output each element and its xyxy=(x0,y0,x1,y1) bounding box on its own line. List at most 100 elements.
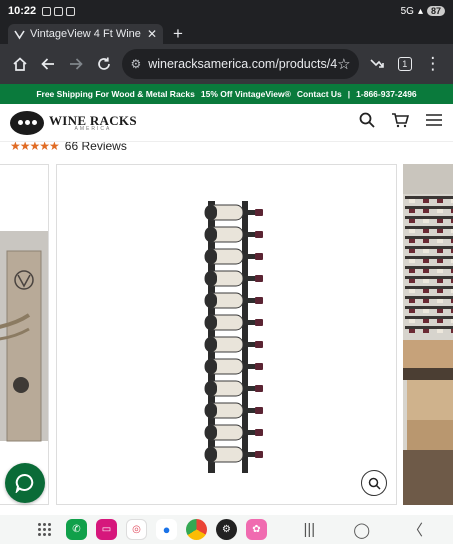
promo-phone-link[interactable]: 1-866-937-2496 xyxy=(356,89,417,99)
promo-free-shipping[interactable]: Free Shipping For Wood & Metal Racks xyxy=(36,89,195,99)
home-circle-icon[interactable]: ◯ xyxy=(353,521,370,539)
recents-icon[interactable]: ||| xyxy=(303,521,315,538)
review-count[interactable]: 66 Reviews xyxy=(65,142,127,150)
cellar-bottle xyxy=(437,279,443,283)
forward-button[interactable] xyxy=(62,49,90,79)
cellar-bottle xyxy=(409,319,415,323)
forward-arrow-icon xyxy=(70,58,83,70)
cellar-row xyxy=(405,316,453,319)
cellar-bottle xyxy=(423,209,429,213)
notification-icons xyxy=(42,6,76,16)
home-button[interactable] xyxy=(6,49,34,79)
signal-icon: ▴ xyxy=(417,5,423,17)
cellar-bottle xyxy=(437,229,443,233)
cellar-bottle xyxy=(409,239,415,243)
browser-menu-button[interactable]: ⋮ xyxy=(419,49,447,79)
cellar-bottle xyxy=(409,199,415,203)
wine-cellar-photo-image xyxy=(403,164,453,505)
cellar-row xyxy=(405,246,453,249)
system-navigation-bar: ✆ ▭ ◎ ● ⚙ ✿ ||| ◯ 〈 xyxy=(0,515,453,544)
status-time: 10:22 xyxy=(8,5,37,17)
logo-wordmark: WINE RACKS xyxy=(49,112,137,128)
chat-button[interactable] xyxy=(5,463,45,503)
close-tab-icon[interactable]: ✕ xyxy=(147,27,157,41)
messages-app-icon[interactable]: ▭ xyxy=(96,519,117,540)
cellar-bottle xyxy=(437,249,443,253)
cellar-bottle xyxy=(409,299,415,303)
bookmark-star-icon[interactable]: ☆ xyxy=(337,55,350,73)
cellar-bottle xyxy=(423,329,429,333)
gallery-main-image[interactable] xyxy=(56,164,397,505)
cellar-bottle xyxy=(409,329,415,333)
chat-icon xyxy=(15,473,34,493)
search-icon[interactable] xyxy=(359,112,375,133)
cellar-bottle xyxy=(437,309,443,313)
cellar-bottle xyxy=(423,269,429,273)
zoom-button[interactable] xyxy=(361,470,387,496)
trending-button[interactable] xyxy=(363,49,391,79)
browser-toolbar: ⚙ wineracksamerica.com/products/4 ☆ 1 ⋮ xyxy=(0,44,453,84)
back-chevron-icon[interactable]: 〈 xyxy=(408,519,423,540)
cellar-bottle xyxy=(409,219,415,223)
cellar-row xyxy=(405,276,453,279)
settings-app-icon[interactable]: ⚙ xyxy=(216,519,237,540)
site-logo[interactable]: WINE RACKS AMERICA xyxy=(10,110,137,135)
chat-app-icon[interactable]: ● xyxy=(156,519,177,540)
status-bar: 10:22 5G ▴ 87 xyxy=(0,0,453,22)
app-drawer-icon[interactable] xyxy=(38,523,51,536)
product-rating[interactable]: ★★★★★ 66 Reviews xyxy=(10,142,127,150)
promo-contact-link[interactable]: Contact Us xyxy=(297,89,342,99)
cellar-bottle xyxy=(423,199,429,203)
cellar-bottle xyxy=(423,289,429,293)
trend-arrow-icon xyxy=(370,59,384,68)
cellar-bottle xyxy=(437,239,443,243)
tab-count: 1 xyxy=(397,57,412,71)
rating-stars: ★★★★★ xyxy=(10,142,60,150)
cellar-bottle xyxy=(423,259,429,263)
phone-app-icon[interactable]: ✆ xyxy=(66,519,87,540)
url-text: wineracksamerica.com/products/4 xyxy=(148,57,338,71)
camera-app-icon[interactable]: ◎ xyxy=(126,519,147,540)
promo-divider: | xyxy=(347,89,351,99)
cellar-row xyxy=(405,236,453,239)
rack-closeup-image xyxy=(0,165,48,504)
cellar-bottle xyxy=(423,239,429,243)
promo-discount[interactable]: 15% Off VintageView® xyxy=(201,89,291,99)
logo-mark-icon xyxy=(10,110,44,135)
home-icon xyxy=(13,57,27,71)
site-settings-icon[interactable]: ⚙ xyxy=(130,57,141,71)
promo-bar: Free Shipping For Wood & Metal Racks 15%… xyxy=(0,84,453,104)
cart-icon[interactable] xyxy=(391,112,410,133)
cellar-bottle xyxy=(409,209,415,213)
back-arrow-icon xyxy=(41,58,55,70)
cellar-bottle xyxy=(437,199,443,203)
gallery-thumbnail-prev[interactable] xyxy=(0,164,49,505)
chrome-app-icon[interactable] xyxy=(186,519,207,540)
browser-tab[interactable]: VintageView 4 Ft Wine Wall ✕ xyxy=(8,24,163,44)
cellar-row xyxy=(405,326,453,329)
cellar-row xyxy=(405,266,453,269)
cellar-bottle xyxy=(437,329,443,333)
hamburger-icon[interactable] xyxy=(425,113,443,132)
new-tab-button[interactable]: + xyxy=(173,24,183,44)
gallery-thumbnail-next[interactable] xyxy=(403,164,453,505)
gallery-app-icon[interactable]: ✿ xyxy=(246,519,267,540)
cellar-bottle xyxy=(409,229,415,233)
cellar-bottle xyxy=(409,289,415,293)
cellar-row xyxy=(405,206,453,209)
back-button[interactable] xyxy=(34,49,62,79)
cellar-row xyxy=(405,196,453,199)
cellar-bottle xyxy=(423,229,429,233)
cellar-row xyxy=(405,256,453,259)
tab-title: VintageView 4 Ft Wine Wall xyxy=(30,28,143,40)
cellar-bottle xyxy=(437,259,443,263)
address-bar[interactable]: ⚙ wineracksamerica.com/products/4 ☆ xyxy=(122,49,359,79)
cellar-bottle xyxy=(437,269,443,273)
reload-icon xyxy=(98,57,111,70)
zoom-icon xyxy=(368,477,381,490)
tab-switcher-button[interactable]: 1 xyxy=(391,49,419,79)
cellar-bottle xyxy=(423,309,429,313)
cellar-bottle xyxy=(437,219,443,223)
cellar-bottle xyxy=(423,279,429,283)
reload-button[interactable] xyxy=(90,49,118,79)
